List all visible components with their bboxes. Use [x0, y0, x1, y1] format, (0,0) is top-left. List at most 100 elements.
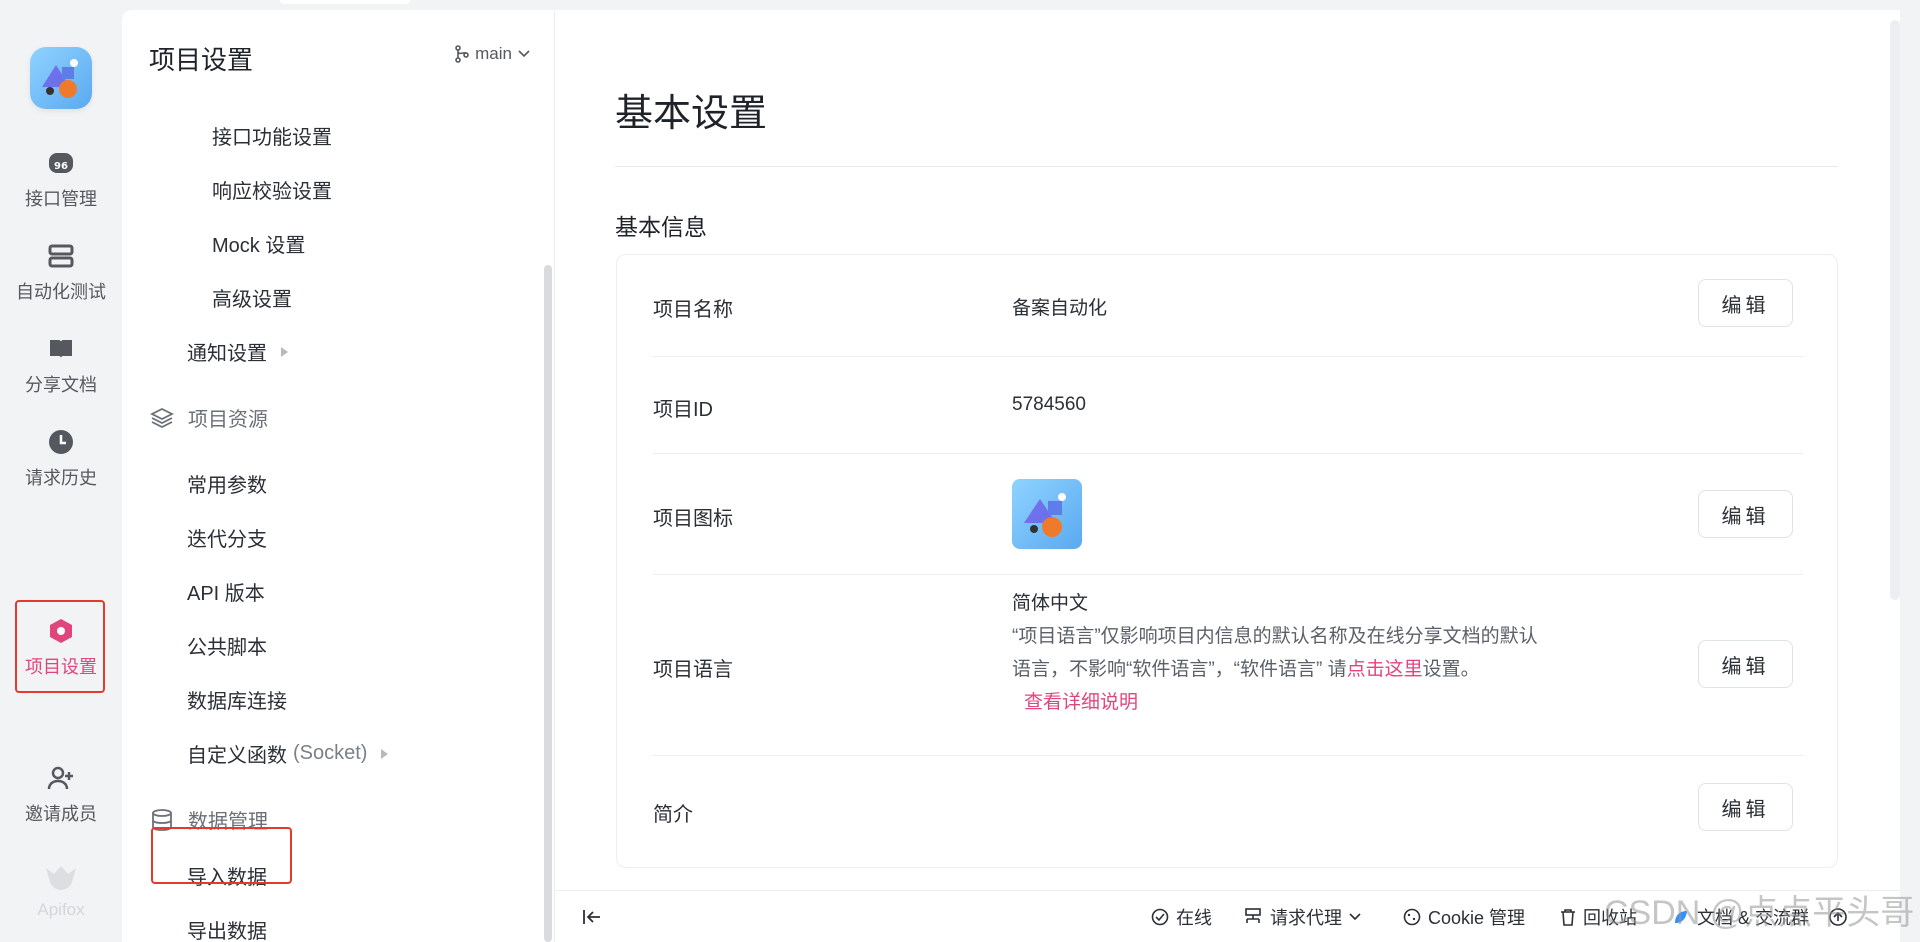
- row-project-id: 项目ID 5784560: [653, 357, 1803, 454]
- edit-intro-button[interactable]: 编辑: [1698, 783, 1793, 831]
- edit-name-button[interactable]: 编辑: [1698, 279, 1793, 327]
- row-project-icon: 项目图标 编辑: [653, 454, 1803, 575]
- nav-item-label: 自定义函数: [187, 745, 287, 767]
- rail-label: 接口管理: [25, 189, 97, 209]
- book-icon: [50, 340, 72, 358]
- upload-status-button[interactable]: [1828, 907, 1848, 927]
- row-label: 项目ID: [653, 399, 713, 421]
- row-label: 项目语言: [653, 659, 733, 681]
- nav-item-advanced-settings[interactable]: 高级设置: [212, 283, 292, 312]
- nav-item-notification-settings[interactable]: 通知设置: [187, 337, 288, 366]
- language-info: 简体中文 “项目语言”仅影响项目内信息的默认名称及在线分享文档的默认 语言，不影…: [1012, 587, 1622, 719]
- edit-language-button[interactable]: 编辑: [1698, 640, 1793, 688]
- caret-right-icon: [281, 346, 288, 357]
- row-label: 简介: [653, 804, 693, 826]
- click-here-link[interactable]: 点击这里: [1347, 659, 1423, 680]
- highlight-box: [15, 600, 105, 693]
- settings-nav: 项目设置 main 接口功能设置 响应校验设置 Mock 设置 高级设置 通知设…: [122, 10, 555, 942]
- project-logo[interactable]: [30, 47, 92, 109]
- highlight-box: [151, 827, 292, 884]
- chevron-down-icon: [518, 50, 530, 58]
- rail-apifox-brand: Apifox: [0, 862, 122, 922]
- nav-item-api-settings[interactable]: 接口功能设置: [212, 121, 332, 150]
- nav-scrollbar[interactable]: [544, 265, 552, 942]
- language-value: 简体中文: [1012, 593, 1089, 614]
- nav-item-custom-functions[interactable]: 自定义函数 (Socket): [187, 739, 389, 768]
- rail-label: 分享文档: [25, 375, 97, 395]
- docs-community-button[interactable]: 文档 & 交流群: [1672, 904, 1809, 930]
- nav-item-db-connections[interactable]: 数据库连接: [187, 685, 287, 714]
- project-name-value: 备案自动化: [1012, 298, 1108, 319]
- rail-label: 自动化测试: [16, 282, 106, 302]
- row-label: 项目图标: [653, 508, 733, 530]
- caret-right-icon: [381, 748, 389, 759]
- cookie-manager-button[interactable]: Cookie 管理: [1403, 904, 1525, 930]
- cookie-icon: [1403, 908, 1421, 925]
- trash-icon: [1561, 908, 1575, 926]
- rail-item-api[interactable]: 96 接口管理: [0, 140, 122, 220]
- proxy-label: 请求代理: [1270, 907, 1342, 928]
- nav-group-label: 项目资源: [188, 409, 268, 431]
- row-project-intro: 简介 编辑: [653, 756, 1803, 856]
- api-icon: 96: [49, 153, 73, 173]
- add-user-icon: [47, 766, 73, 790]
- proxy-icon: [1245, 907, 1261, 923]
- nav-item-branches[interactable]: 迭代分支: [187, 523, 267, 552]
- rail-label: Apifox: [37, 900, 85, 919]
- clock-icon: [49, 430, 73, 454]
- collapse-left-icon: [583, 909, 600, 924]
- nav-group-resources: 项目资源: [150, 403, 268, 432]
- rail-item-share-docs[interactable]: 分享文档: [0, 326, 122, 406]
- top-tab-fragment: [280, 0, 410, 4]
- icon-rail: 96 接口管理 自动化测试 分享文档 请求历史 项目设置 邀请成员 Apifox: [0, 0, 122, 942]
- view-details-link[interactable]: 查看详细说明: [1024, 686, 1622, 719]
- recycle-bin-button[interactable]: 回收站: [1560, 904, 1637, 930]
- online-label: 在线: [1176, 907, 1212, 928]
- status-bar: 在线 请求代理 Cookie 管理 回收站 文档 & 交流群: [555, 890, 1900, 942]
- collapse-sidebar-button[interactable]: [582, 909, 602, 925]
- rail-label: 邀请成员: [25, 804, 97, 824]
- docs-label: 文档 & 交流群: [1697, 907, 1810, 928]
- nav-item-response-validation[interactable]: 响应校验设置: [212, 175, 332, 204]
- chevron-down-icon: [1349, 912, 1361, 920]
- row-project-language: 项目语言 简体中文 “项目语言”仅影响项目内信息的默认名称及在线分享文档的默认 …: [653, 575, 1803, 756]
- main-content: 基本设置 基本信息 项目名称 备案自动化 编辑 项目ID 5784560 项目图…: [555, 10, 1900, 942]
- nav-item-suffix: (Socket): [293, 742, 368, 764]
- language-desc-line1: “项目语言”仅影响项目内信息的默认名称及在线分享文档的默认: [1012, 626, 1538, 647]
- online-status[interactable]: 在线: [1151, 904, 1212, 930]
- rail-item-history[interactable]: 请求历史: [0, 419, 122, 499]
- branch-icon: [455, 45, 469, 63]
- nav-item-mock-settings[interactable]: Mock 设置: [212, 229, 305, 258]
- main-scrollbar[interactable]: [1890, 20, 1900, 600]
- nav-item-export-data[interactable]: 导出数据: [187, 915, 267, 942]
- request-proxy-menu[interactable]: 请求代理: [1243, 904, 1361, 930]
- language-desc-text: 语言，不影响“软件语言”，“软件语言” 请: [1012, 659, 1347, 680]
- nav-title: 项目设置: [149, 45, 254, 75]
- arrow-up-circle-icon: [1829, 907, 1847, 926]
- language-desc-line2: 语言，不影响“软件语言”，“软件语言” 请点击这里设置。: [1012, 653, 1622, 686]
- rail-item-automation[interactable]: 自动化测试: [0, 233, 122, 313]
- project-id-value: 5784560: [1012, 394, 1086, 415]
- automation-icon: [48, 244, 74, 268]
- check-circle-icon: [1151, 908, 1169, 925]
- nav-item-public-scripts[interactable]: 公共脚本: [187, 631, 267, 660]
- cookie-label: Cookie 管理: [1428, 907, 1526, 928]
- nav-item-common-params[interactable]: 常用参数: [187, 469, 267, 498]
- nav-item-api-versions[interactable]: API 版本: [187, 577, 265, 606]
- language-desc-text: 设置。: [1422, 659, 1480, 680]
- layers-icon: [150, 407, 174, 428]
- nav-item-label: 通知设置: [187, 343, 267, 365]
- row-project-name: 项目名称 备案自动化 编辑: [653, 255, 1803, 357]
- branch-selector[interactable]: main: [455, 44, 530, 64]
- rail-item-invite[interactable]: 邀请成员: [0, 755, 122, 835]
- rail-label: 请求历史: [25, 468, 97, 488]
- divider: [615, 166, 1838, 167]
- apifox-logo: [46, 866, 76, 890]
- row-label: 项目名称: [653, 299, 733, 321]
- project-icon-image[interactable]: [1012, 479, 1082, 549]
- branch-name: main: [475, 44, 512, 63]
- svg-text:96: 96: [54, 161, 68, 172]
- basic-info-card: 项目名称 备案自动化 编辑 项目ID 5784560 项目图标 编辑 项目语言 …: [616, 254, 1838, 868]
- section-title: 基本信息: [615, 214, 707, 240]
- edit-icon-button[interactable]: 编辑: [1698, 490, 1793, 538]
